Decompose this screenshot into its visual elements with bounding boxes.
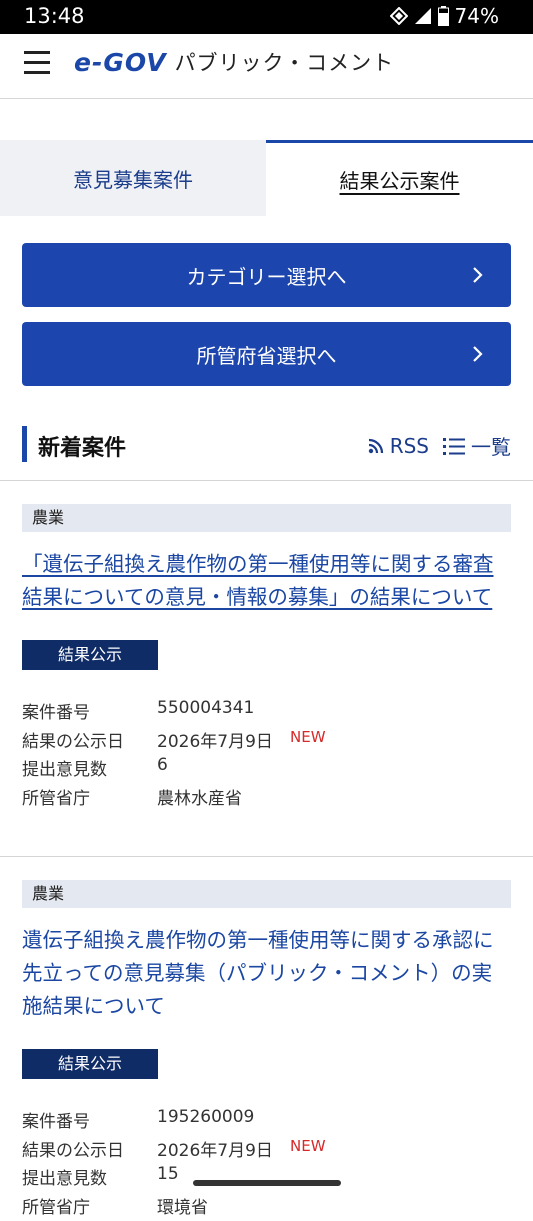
meta-key: 案件番号 [22, 1107, 90, 1132]
tab-label: 意見募集案件 [73, 164, 193, 193]
meta-row-ministry: 所管省庁 農林水産省 [22, 784, 511, 813]
meta-row-case-number: 案件番号 550004341 [22, 698, 511, 727]
button-label: 所管府省選択へ [197, 340, 337, 369]
meta-key: 案件番号 [22, 698, 90, 723]
logo-title: パブリック・コメント [175, 47, 395, 77]
category-select-button[interactable]: カテゴリー選択へ [22, 243, 511, 307]
new-badge: NEW [290, 1137, 326, 1155]
meta-key: 結果の公示日 [22, 727, 124, 752]
egov-logo[interactable]: e-GOV パブリック・コメント [74, 46, 394, 78]
list-icon [443, 437, 465, 455]
divider [0, 480, 533, 481]
result-card: 農業 「遺伝子組換え農作物の第一種使用等に関する審査結果についての意見・情報の募… [22, 504, 511, 812]
meta-key: 結果の公示日 [22, 1136, 124, 1161]
tab-results[interactable]: 結果公示案件 [266, 140, 533, 216]
home-indicator[interactable] [193, 1180, 341, 1186]
chevron-right-icon [467, 344, 487, 364]
data-saver-icon [390, 7, 408, 25]
rss-link[interactable]: RSS [368, 434, 429, 458]
battery-icon [438, 6, 449, 26]
section-links: RSS 一覧 [368, 431, 511, 460]
new-badge: NEW [290, 728, 326, 746]
list-label: 一覧 [471, 431, 511, 460]
signal-icon [414, 7, 432, 25]
meta-row-ministry: 所管省庁 環境省 [22, 1193, 511, 1221]
meta-value: 農林水産省 [157, 784, 242, 809]
section-accent-bar [22, 426, 27, 462]
status-badge: 結果公示 [22, 640, 158, 670]
button-label: カテゴリー選択へ [187, 261, 347, 290]
list-link[interactable]: 一覧 [443, 431, 511, 460]
status-badge: 結果公示 [22, 1049, 158, 1079]
meta-key: 提出意見数 [22, 1164, 107, 1189]
tab-open-comments[interactable]: 意見募集案件 [0, 140, 266, 216]
meta-value: 6 [157, 755, 168, 775]
battery-percent: 74% [455, 4, 499, 28]
meta-value: 2026年7月9日 [157, 727, 273, 752]
case-title-link[interactable]: 「遺伝子組換え農作物の第一種使用等に関する審査結果についての意見・情報の募集」の… [22, 548, 511, 614]
case-meta: 案件番号 550004341 結果の公示日 2026年7月9日 NEW 提出意見… [22, 698, 511, 812]
divider [0, 856, 533, 857]
meta-row-case-number: 案件番号 195260009 [22, 1107, 511, 1136]
status-icons: 74% [390, 4, 499, 28]
meta-value: 環境省 [157, 1193, 208, 1218]
meta-value: 550004341 [157, 698, 254, 718]
app-header: e-GOV パブリック・コメント [0, 34, 533, 99]
tab-bar: 意見募集案件 結果公示案件 [0, 140, 533, 216]
chevron-right-icon [467, 265, 487, 285]
rss-icon [368, 438, 384, 454]
meta-row-result-date: 結果の公示日 2026年7月9日 NEW [22, 727, 511, 756]
tab-label: 結果公示案件 [340, 165, 460, 194]
meta-value: 15 [157, 1164, 179, 1184]
meta-row-result-date: 結果の公示日 2026年7月9日 NEW [22, 1136, 511, 1165]
rss-label: RSS [390, 434, 429, 458]
category-label: 農業 [22, 880, 511, 908]
logo-mark: e-GOV [74, 48, 167, 77]
meta-row-comment-count: 提出意見数 6 [22, 755, 511, 784]
result-card: 農業 遺伝子組換え農作物の第一種使用等に関する承認に先立っての意見募集（パブリッ… [22, 880, 511, 1221]
status-bar: 13:48 74% [0, 0, 533, 34]
hamburger-menu-icon[interactable] [24, 51, 50, 75]
section-title: 新着案件 [38, 430, 126, 462]
new-items-section-header: 新着案件 RSS 一覧 [22, 426, 511, 462]
case-meta: 案件番号 195260009 結果の公示日 2026年7月9日 NEW 提出意見… [22, 1107, 511, 1221]
meta-row-comment-count: 提出意見数 15 [22, 1164, 511, 1193]
meta-key: 所管省庁 [22, 784, 90, 809]
meta-value: 195260009 [157, 1107, 254, 1127]
ministry-select-button[interactable]: 所管府省選択へ [22, 322, 511, 386]
status-time: 13:48 [24, 4, 85, 28]
case-title-link[interactable]: 遺伝子組換え農作物の第一種使用等に関する承認に先立っての意見募集（パブリック・コ… [22, 924, 511, 1023]
category-label: 農業 [22, 504, 511, 532]
meta-value: 2026年7月9日 [157, 1136, 273, 1161]
meta-key: 所管省庁 [22, 1193, 90, 1218]
meta-key: 提出意見数 [22, 755, 107, 780]
